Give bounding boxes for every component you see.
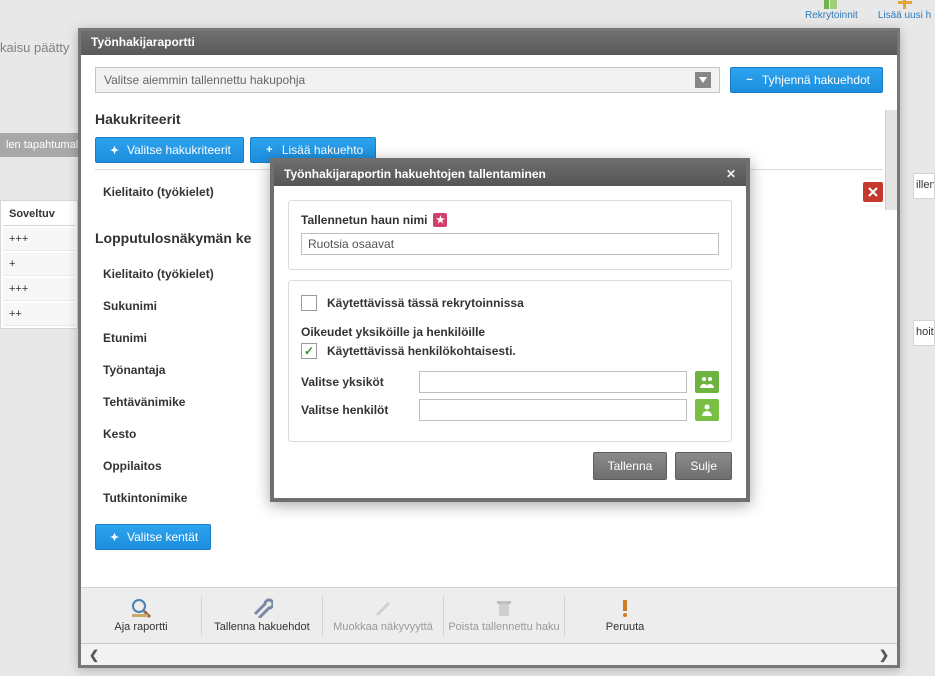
bg-table-header: Soveltuv <box>3 203 75 226</box>
btn-label: Tallenna <box>608 459 653 473</box>
saved-search-placeholder: Valitse aiemmin tallennettu hakupohja <box>104 73 305 87</box>
plus-icon <box>898 0 912 9</box>
toolbar-label: Poista tallennettu haku <box>448 621 559 633</box>
nav-recruitments-label: Rekrytoinnit <box>805 10 858 21</box>
choose-criteria-button[interactable]: ✦ Valitse hakukriteerit <box>95 137 244 163</box>
warning-icon <box>619 598 631 618</box>
people-icon <box>700 376 714 388</box>
btn-label: Valitse kentät <box>127 530 198 544</box>
nav-recruitments[interactable]: Rekrytoinnit <box>805 0 858 21</box>
building-icon <box>823 0 839 9</box>
edit-visibility-button: Muokkaa näkyvyyttä <box>323 598 443 633</box>
nav-add-new-label: Lisää uusi h <box>878 10 931 21</box>
toolbar-label: Peruuta <box>606 621 645 633</box>
pencil-icon <box>372 598 394 618</box>
btn-label: Lisää hakuehto <box>282 143 363 157</box>
plus-icon: + <box>263 144 276 157</box>
nav-add-new[interactable]: Lisää uusi h <box>878 0 931 21</box>
gear-icon: ✦ <box>108 144 121 157</box>
close-button[interactable]: Sulje <box>675 452 732 480</box>
choose-people-input[interactable] <box>419 399 687 421</box>
table-row[interactable]: ++ <box>3 303 75 326</box>
criteria-item-label: Kielitaito (työkielet) <box>103 185 214 199</box>
checkbox-label: Käytettävissä tässä rekrytoinnissa <box>327 296 524 310</box>
x-icon <box>868 187 878 197</box>
name-field-label: Tallennetun haun nimi ★ <box>301 213 447 227</box>
scroll-track[interactable] <box>105 649 873 661</box>
minus-icon: − <box>743 74 756 87</box>
required-icon: ★ <box>433 213 447 227</box>
save-dialog-title: Työnhakijaraportin hakuehtojen tallentam… <box>284 167 546 181</box>
criteria-heading: Hakukriteerit <box>95 111 883 127</box>
table-row[interactable]: + <box>3 253 75 276</box>
toolbar-label: Muokkaa näkyvyyttä <box>333 621 433 633</box>
cancel-button[interactable]: Peruuta <box>565 598 685 633</box>
horizontal-scrollbar[interactable]: ❮ ❯ <box>81 643 897 665</box>
delete-saved-button: Poista tallennettu haku <box>444 598 564 633</box>
chevron-down-icon <box>695 72 711 88</box>
bg-table: Soveltuv +++ + +++ ++ <box>0 200 78 329</box>
save-conditions-button[interactable]: Tallenna hakuehdot <box>202 598 322 633</box>
choose-units-input[interactable] <box>419 371 687 393</box>
choose-people-button[interactable] <box>695 399 719 421</box>
btn-label: Sulje <box>690 459 717 473</box>
use-in-recruitment-checkbox[interactable] <box>301 295 317 311</box>
scroll-right-icon[interactable]: ❯ <box>873 646 895 664</box>
table-row[interactable]: +++ <box>3 278 75 301</box>
choose-people-label: Valitse henkilöt <box>301 403 411 417</box>
btn-label: Tyhjennä hakuehdot <box>762 73 870 87</box>
personal-use-checkbox[interactable] <box>301 343 317 359</box>
choose-units-label: Valitse yksiköt <box>301 375 411 389</box>
choose-fields-button[interactable]: ✦ Valitse kentät <box>95 524 211 550</box>
bg-right-sliver-2: hoitaj <box>913 320 935 346</box>
saved-search-select[interactable]: Valitse aiemmin tallennettu hakupohja <box>95 67 720 93</box>
label-text: Tallennetun haun nimi <box>301 213 427 227</box>
saved-search-name-input[interactable] <box>301 233 719 255</box>
bg-partial-heading: kaisu päätty <box>0 40 69 55</box>
toolbar-label: Aja raportti <box>114 621 167 633</box>
dialog-toolbar: Aja raportti Tallenna hakuehdot Muokkaa … <box>81 587 897 643</box>
table-row[interactable]: +++ <box>3 228 75 251</box>
save-button[interactable]: Tallenna <box>593 452 668 480</box>
wrench-icon <box>251 598 273 618</box>
clear-conditions-button[interactable]: − Tyhjennä hakuehdot <box>730 67 883 93</box>
app-top-strip: Rekrytoinnit Lisää uusi h <box>805 0 935 23</box>
choose-units-button[interactable] <box>695 371 719 393</box>
person-icon <box>701 404 713 416</box>
scroll-left-icon[interactable]: ❮ <box>83 646 105 664</box>
save-conditions-dialog: Työnhakijaraportin hakuehtojen tallentam… <box>270 158 750 502</box>
run-report-button[interactable]: Aja raportti <box>81 598 201 633</box>
trash-icon <box>493 598 515 618</box>
bg-right-sliver: illen <box>913 173 935 199</box>
vertical-scrollbar[interactable] <box>885 110 897 210</box>
toolbar-label: Tallenna hakuehdot <box>214 621 309 633</box>
checkbox-label: Käytettävissä henkilökohtaisesti. <box>327 344 516 358</box>
close-icon[interactable]: ✕ <box>722 165 740 183</box>
magnifier-icon <box>130 598 152 618</box>
gear-icon: ✦ <box>108 531 121 544</box>
btn-label: Valitse hakukriteerit <box>127 143 231 157</box>
report-dialog-title: Työnhakijaraportti <box>81 31 897 55</box>
rights-heading: Oikeudet yksiköille ja henkilöille <box>301 325 719 339</box>
delete-criteria-button[interactable] <box>863 182 883 202</box>
bg-tab[interactable]: len tapahtumal <box>0 133 84 157</box>
